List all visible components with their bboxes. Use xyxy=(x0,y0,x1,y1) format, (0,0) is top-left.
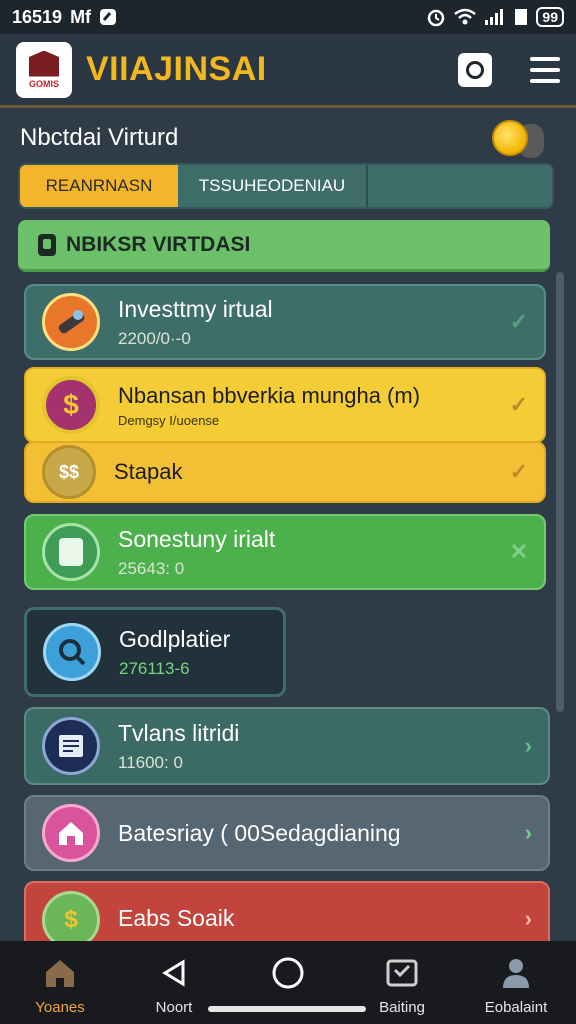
nav-inbox[interactable]: Baiting xyxy=(352,941,452,1024)
banner-label: NBIKSR VIRTDASI xyxy=(66,232,251,256)
list-item[interactable]: Sonestuny irialt 25643: 0 ✕ xyxy=(24,514,546,590)
tab-bar: REANRNASN TSSUHEODENIAU xyxy=(18,163,554,209)
coin-avatar[interactable] xyxy=(492,118,552,164)
list-item[interactable]: Tvlans litridi 11600: 0 › xyxy=(24,707,550,785)
item-title: Nbansan bbverkia mungha (m) xyxy=(118,382,421,408)
circle-home-icon xyxy=(270,955,306,991)
dollar-icon: $ xyxy=(42,376,100,434)
phone-icon xyxy=(38,233,56,256)
item-title: Sonestuny irialt xyxy=(118,525,276,552)
close-icon[interactable]: ✕ xyxy=(510,539,528,565)
item-subtitle: Demgsy I/uoense xyxy=(118,412,220,428)
status-bar: 16519 Mf 99 xyxy=(0,0,576,34)
back-icon xyxy=(156,955,192,991)
logo-mark-icon xyxy=(29,50,59,77)
banner-button[interactable]: NBIKSR VIRTDASI xyxy=(18,220,550,272)
menu-bar xyxy=(530,78,560,83)
status-left: 16519 Mf xyxy=(12,7,117,28)
list-item[interactable]: $$ Stapak ✓ xyxy=(24,441,546,503)
wifi-icon xyxy=(454,8,477,26)
logo-text: GOMIS xyxy=(28,78,59,89)
notification-icon xyxy=(99,8,117,26)
check-icon: ✓ xyxy=(509,309,528,334)
tab-reanrnasn[interactable]: REANRNASN xyxy=(20,165,178,207)
alarm-icon xyxy=(426,7,446,27)
house-icon xyxy=(42,804,100,862)
money-tube-icon xyxy=(42,293,100,351)
camera-icon xyxy=(466,60,484,79)
app-title: VIIAJINSAI xyxy=(86,50,267,88)
list-item[interactable]: Godlplatier 276113-6 xyxy=(24,607,286,697)
menu-bar xyxy=(530,56,560,61)
nav-label: Noort xyxy=(155,999,193,1016)
item-title: Eabs Soaik xyxy=(118,905,235,931)
item-subtitle: 11600: 0 xyxy=(118,752,183,772)
check-icon: ✓ xyxy=(509,392,528,417)
document-icon xyxy=(42,523,100,581)
app-logo[interactable]: GOMIS xyxy=(16,41,72,98)
nav-home[interactable]: Yoanes xyxy=(10,941,110,1024)
app-header: GOMIS VIIAJINSAI xyxy=(0,34,576,108)
home-icon xyxy=(42,955,78,991)
ledger-icon xyxy=(42,717,100,775)
status-time: 16519 xyxy=(12,6,63,27)
coins-icon: $$ xyxy=(42,445,96,499)
item-subtitle: 25643: 0 xyxy=(118,558,185,578)
camera-button[interactable] xyxy=(458,52,492,87)
menu-bar xyxy=(530,67,560,72)
list-item[interactable]: Batesriay ( 00Sedagdianing › xyxy=(24,795,550,871)
nav-label: Yoanes xyxy=(35,999,85,1016)
nav-label: Baiting xyxy=(379,999,425,1016)
list-item[interactable]: Investtmy irtual 2200/0·-0 ✓ xyxy=(24,284,546,360)
chevron-right-icon[interactable]: › xyxy=(525,820,532,846)
status-carrier: Mf xyxy=(70,6,92,27)
magnifier-icon xyxy=(43,623,101,681)
item-title: Tvlans litridi xyxy=(118,719,240,746)
item-title: Godlplatier xyxy=(119,625,231,652)
nav-profile[interactable]: Eobalaint xyxy=(466,941,566,1024)
item-subtitle: 2200/0·-0 xyxy=(118,328,191,348)
nav-label: Eobalaint xyxy=(484,999,548,1016)
status-right: 99 xyxy=(426,7,564,27)
item-title: Batesriay ( 00Sedagdianing xyxy=(118,819,401,846)
inbox-icon xyxy=(384,955,420,991)
home-indicator[interactable] xyxy=(208,1006,366,1012)
signal-icon xyxy=(484,8,506,26)
item-title: Investtmy irtual xyxy=(118,295,273,322)
coin-icon xyxy=(492,120,528,156)
item-subtitle: 276113-6 xyxy=(119,658,190,678)
menu-button[interactable] xyxy=(530,56,560,83)
scrollbar[interactable] xyxy=(556,272,564,712)
person-icon xyxy=(498,955,534,991)
item-title: Stapak xyxy=(114,459,183,484)
check-icon: ✓ xyxy=(509,459,528,484)
chevron-right-icon[interactable]: › xyxy=(525,906,532,932)
battery-indicator: 99 xyxy=(536,7,564,27)
list-item[interactable]: $ Nbansan bbverkia mungha (m) Demgsy I/u… xyxy=(24,367,546,443)
tab-empty[interactable] xyxy=(368,165,552,207)
section-title: Nbctdai Virturd xyxy=(20,124,179,151)
sim-icon xyxy=(514,8,528,26)
chevron-right-icon[interactable]: › xyxy=(525,733,532,759)
tab-tssuheodeniau[interactable]: TSSUHEODENIAU xyxy=(178,165,368,207)
